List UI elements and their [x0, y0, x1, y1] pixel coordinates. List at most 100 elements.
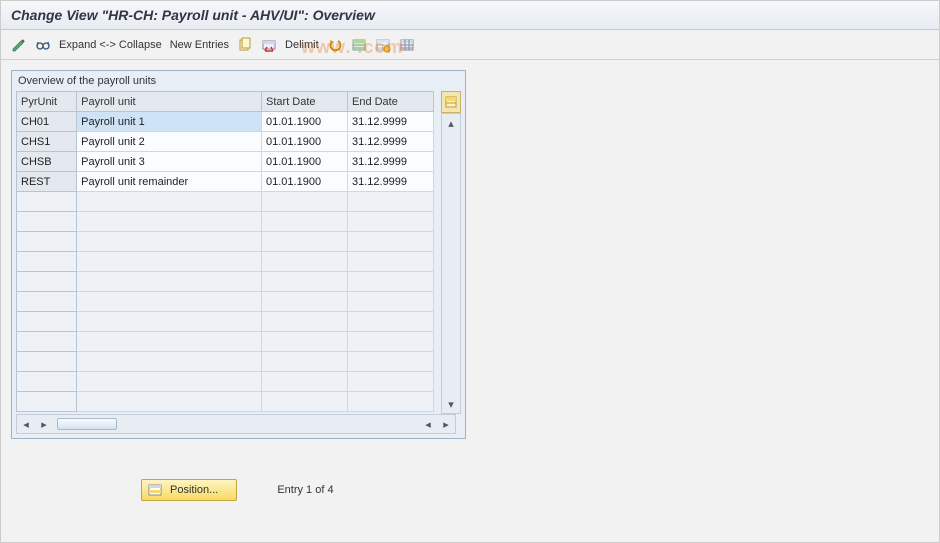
- scroll-right-icon[interactable]: ◂: [419, 415, 437, 433]
- cell-empty: [17, 232, 77, 252]
- table-row-empty: [17, 312, 434, 332]
- cell-empty: [17, 252, 77, 272]
- table-row[interactable]: CHS1Payroll unit 201.01.190031.12.9999: [17, 132, 434, 152]
- table-settings-icon[interactable]: [399, 37, 415, 53]
- cell-empty: [347, 292, 433, 312]
- deselect-all-icon[interactable]: [375, 37, 391, 53]
- table-row-empty: [17, 252, 434, 272]
- cell-empty: [347, 252, 433, 272]
- cell-start-date[interactable]: 01.01.1900: [262, 132, 348, 152]
- cell-empty: [77, 292, 262, 312]
- horizontal-scrollbar[interactable]: ◂ ▸ ◂ ▸: [16, 414, 456, 434]
- table-row[interactable]: CH01Payroll unit 101.01.190031.12.9999: [17, 112, 434, 132]
- cell-empty: [347, 332, 433, 352]
- cell-pyrunit[interactable]: REST: [17, 172, 77, 192]
- cell-empty: [17, 352, 77, 372]
- cell-empty: [262, 372, 348, 392]
- cell-empty: [77, 212, 262, 232]
- cell-empty: [347, 212, 433, 232]
- page-title: Change View "HR-CH: Payroll unit - AHV/U…: [1, 1, 939, 30]
- position-button-label: Position...: [170, 484, 218, 496]
- position-icon: [148, 483, 162, 497]
- col-pyrunit[interactable]: PyrUnit: [17, 92, 77, 112]
- cell-pyrunit[interactable]: CHSB: [17, 152, 77, 172]
- expand-collapse-button[interactable]: Expand <-> Collapse: [59, 39, 162, 51]
- cell-pyrunit[interactable]: CHS1: [17, 132, 77, 152]
- cell-end-date[interactable]: 31.12.9999: [347, 132, 433, 152]
- cell-empty: [77, 312, 262, 332]
- panel-title: Overview of the payroll units: [12, 71, 465, 91]
- col-end-date[interactable]: End Date: [347, 92, 433, 112]
- cell-pyrunit[interactable]: CH01: [17, 112, 77, 132]
- cell-empty: [262, 392, 348, 412]
- cell-empty: [17, 292, 77, 312]
- table-row-empty: [17, 352, 434, 372]
- cell-empty: [347, 352, 433, 372]
- cell-empty: [17, 332, 77, 352]
- cell-empty: [17, 212, 77, 232]
- table-header-row: PyrUnit Payroll unit Start Date End Date: [17, 92, 434, 112]
- undo-icon[interactable]: [327, 37, 343, 53]
- cell-empty: [77, 372, 262, 392]
- cell-empty: [17, 192, 77, 212]
- cell-payroll-unit[interactable]: Payroll unit 1: [77, 112, 262, 132]
- cell-empty: [17, 372, 77, 392]
- table-row-empty: [17, 372, 434, 392]
- cell-empty: [77, 272, 262, 292]
- cell-end-date[interactable]: 31.12.9999: [347, 112, 433, 132]
- table-row-empty: [17, 232, 434, 252]
- cell-empty: [262, 352, 348, 372]
- table-row-empty: [17, 192, 434, 212]
- col-payroll-unit[interactable]: Payroll unit: [77, 92, 262, 112]
- cell-empty: [77, 332, 262, 352]
- table-row[interactable]: RESTPayroll unit remainder01.01.190031.1…: [17, 172, 434, 192]
- copy-icon[interactable]: [237, 37, 253, 53]
- delimit-button[interactable]: Delimit: [285, 39, 319, 51]
- table-config-button[interactable]: [441, 91, 461, 113]
- cell-empty: [17, 312, 77, 332]
- cell-empty: [347, 272, 433, 292]
- vertical-scrollbar[interactable]: ▴ ▾: [441, 113, 461, 414]
- scroll-down-icon[interactable]: ▾: [442, 395, 460, 413]
- scroll-right-end-icon[interactable]: ▸: [437, 415, 455, 433]
- cell-end-date[interactable]: 31.12.9999: [347, 152, 433, 172]
- cell-payroll-unit[interactable]: Payroll unit remainder: [77, 172, 262, 192]
- cell-start-date[interactable]: 01.01.1900: [262, 112, 348, 132]
- col-start-date[interactable]: Start Date: [262, 92, 348, 112]
- cell-empty: [77, 392, 262, 412]
- cell-start-date[interactable]: 01.01.1900: [262, 172, 348, 192]
- glasses-icon[interactable]: [35, 37, 51, 53]
- cell-start-date[interactable]: 01.01.1900: [262, 152, 348, 172]
- cell-empty: [262, 292, 348, 312]
- scroll-thumb[interactable]: [57, 418, 117, 430]
- cell-end-date[interactable]: 31.12.9999: [347, 172, 433, 192]
- cell-empty: [347, 392, 433, 412]
- cell-empty: [347, 232, 433, 252]
- toolbar: Expand <-> Collapse New Entries Delimit: [1, 30, 939, 60]
- delete-row-icon[interactable]: [261, 37, 277, 53]
- cell-payroll-unit[interactable]: Payroll unit 3: [77, 152, 262, 172]
- cell-empty: [347, 372, 433, 392]
- cell-empty: [17, 272, 77, 292]
- entry-count-text: Entry 1 of 4: [277, 484, 333, 496]
- scroll-left-start-icon[interactable]: ◂: [17, 415, 35, 433]
- cell-empty: [347, 192, 433, 212]
- table-row[interactable]: CHSBPayroll unit 301.01.190031.12.9999: [17, 152, 434, 172]
- new-entries-button[interactable]: New Entries: [170, 39, 229, 51]
- cell-empty: [262, 332, 348, 352]
- cell-empty: [17, 392, 77, 412]
- select-all-icon[interactable]: [351, 37, 367, 53]
- cell-payroll-unit[interactable]: Payroll unit 2: [77, 132, 262, 152]
- cell-empty: [262, 212, 348, 232]
- payroll-units-table: PyrUnit Payroll unit Start Date End Date…: [16, 91, 434, 412]
- cell-empty: [347, 312, 433, 332]
- cell-empty: [77, 252, 262, 272]
- scroll-up-icon[interactable]: ▴: [442, 114, 460, 132]
- cell-empty: [77, 352, 262, 372]
- scroll-left-icon[interactable]: ▸: [35, 415, 53, 433]
- position-button[interactable]: Position...: [141, 479, 237, 501]
- cell-empty: [262, 252, 348, 272]
- toggle-display-change-icon[interactable]: [11, 37, 27, 53]
- cell-empty: [77, 192, 262, 212]
- table-row-empty: [17, 272, 434, 292]
